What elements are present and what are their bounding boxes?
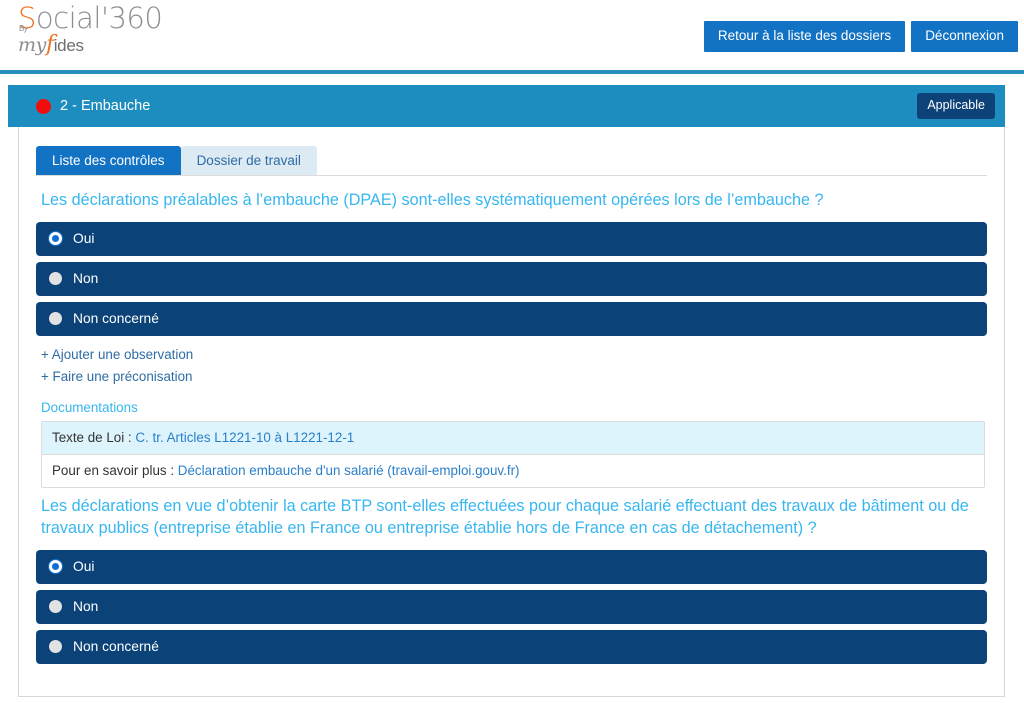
logo-f-glyph: f [45,32,54,57]
tab-liste-des-controles[interactable]: Liste des contrôles [36,145,181,175]
section-header: 2 - Embauche Applicable [8,85,1005,127]
add-observation-link[interactable]: + Ajouter une observation [41,344,987,366]
question-block-1: Les déclarations préalables à l’embauche… [36,190,987,489]
documentations-label: Documentations [41,400,138,416]
page-title: 2 - Embauche [60,98,151,114]
documentation-link[interactable]: Déclaration embauche d'un salarié (trava… [178,463,520,478]
add-recommendation-link[interactable]: + Faire une préconisation [41,366,987,388]
question-block-2: Les déclarations en vue d’obtenir la car… [36,496,987,664]
question-text: Les déclarations préalables à l’embauche… [41,191,824,209]
red-circle-icon [36,98,51,114]
option-row[interactable]: Oui [36,549,987,584]
app-logo: Social'360 By myfides [18,1,163,57]
logo-ides: ides [53,36,84,55]
top-bar-actions: Retour à la liste des dossiers Déconnexi… [703,21,1018,52]
section-body: Liste des contrôles Dossier de travail L… [18,127,1005,697]
top-bar: Social'360 By myfides Retour à la liste d… [0,0,1024,70]
question-text: Les déclarations en vue d’obtenir la car… [41,497,969,538]
option-label: Non [73,599,99,615]
documentation-row: Pour en savoir plus : Déclaration embauc… [42,455,984,487]
tab-dossier-de-travail[interactable]: Dossier de travail [180,145,317,175]
documentations-table: Texte de Loi : C. tr. Articles L1221-10 … [41,421,985,489]
radio-button[interactable] [49,640,62,654]
option-label: Oui [73,230,95,246]
question-2-options: Oui Non Non concerné [36,549,987,664]
logo-name: ocial'360 [35,1,163,35]
section-panel: 2 - Embauche Applicable Liste des contrô… [0,74,1024,697]
radio-button[interactable] [49,600,62,614]
option-label: Non concerné [73,310,159,326]
radio-button[interactable] [49,312,62,326]
option-label: Non [73,270,99,286]
documentation-row: Texte de Loi : C. tr. Articles L1221-10 … [42,422,984,456]
option-row[interactable]: Non concerné [36,629,987,664]
option-row[interactable]: Non [36,261,987,296]
question-1-options: Oui Non Non concerné [36,221,987,336]
section-header-left: 2 - Embauche [36,98,150,114]
logout-button[interactable]: Déconnexion [911,21,1018,52]
logo-by-text: By [19,24,28,33]
option-row[interactable]: Non concerné [36,301,987,336]
documentation-link[interactable]: C. tr. Articles L1221-10 à L1221-12-1 [135,430,354,445]
tab-bar: Liste des contrôles Dossier de travail [36,143,987,176]
option-label: Non concerné [73,639,159,655]
option-row[interactable]: Non [36,589,987,624]
status-badge[interactable]: Applicable [917,93,995,119]
logo-wordmark: Social'360 [18,1,163,35]
radio-button-selected[interactable] [49,232,62,246]
documentation-prefix: Pour en savoir plus : [52,463,178,479]
question-1-actions: + Ajouter une observation + Faire une pr… [41,344,987,387]
option-label: Oui [73,559,95,575]
radio-button[interactable] [49,272,62,286]
back-to-folder-list-button[interactable]: Retour à la liste des dossiers [703,21,906,52]
logo-my: my [18,34,46,56]
documentation-prefix: Texte de Loi : [52,430,136,446]
radio-button-selected[interactable] [49,560,62,574]
option-row[interactable]: Oui [36,221,987,256]
logo-subbrand: By myfides [18,25,162,57]
